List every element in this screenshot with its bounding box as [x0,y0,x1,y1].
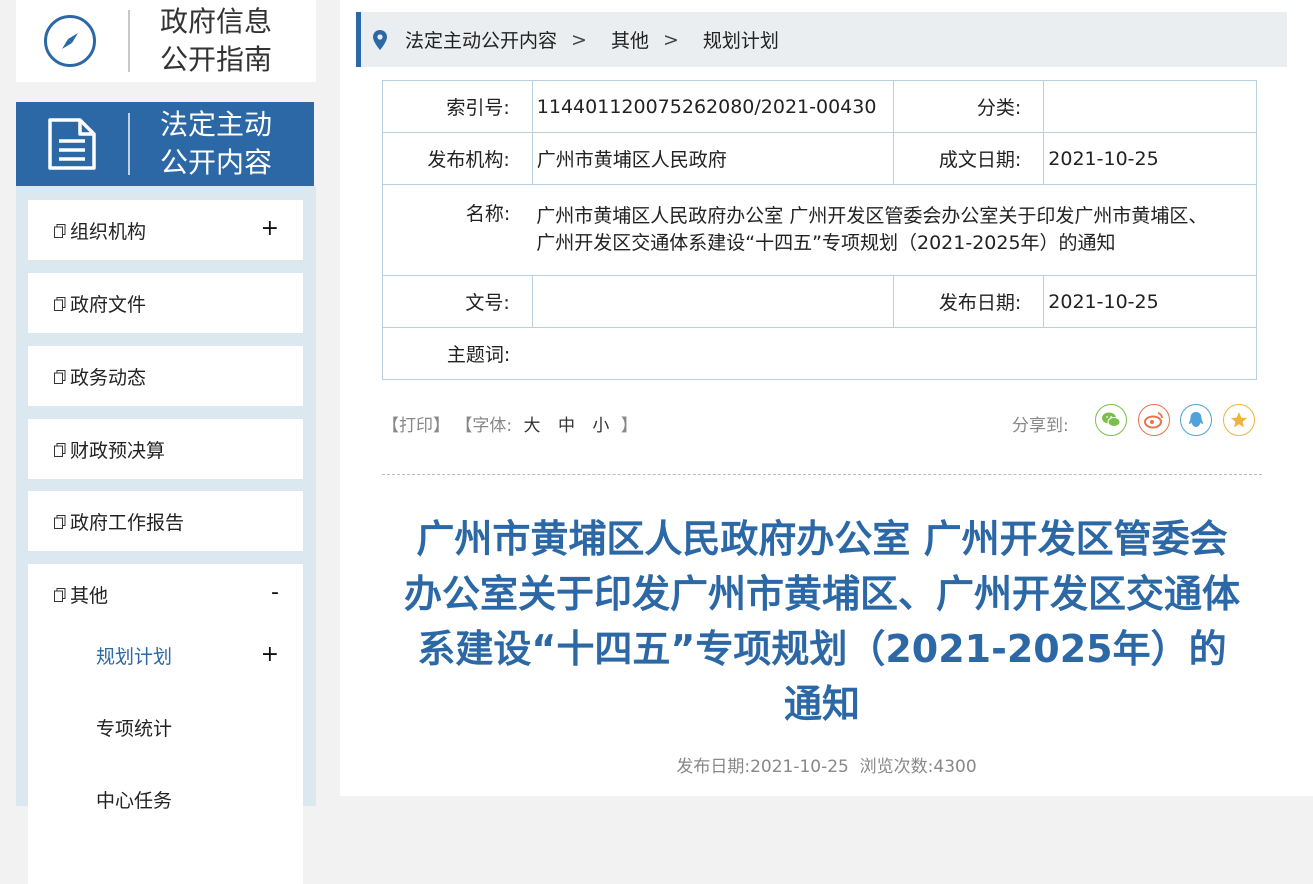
table-row: 发布机构: 广州市黄埔区人民政府 成文日期: 2021-10-25 [382,132,1257,185]
collapse-toggle[interactable]: - [271,580,279,605]
share-wechat-button[interactable] [1095,404,1127,436]
qq-icon [1189,412,1203,427]
compass-icon [44,15,96,67]
views-value: 4300 [933,757,977,777]
doc-number-label: 文号: [382,275,533,328]
pages-icon [54,587,66,602]
sidebar-item-org[interactable]: 组织机构 + [28,200,303,260]
sidebar-subitem-central-tasks[interactable]: 中心任务 [96,786,172,813]
index-value: 11440112007526208​0/2021-00430 [531,80,895,133]
breadcrumb-item[interactable]: 法定主动公开内容 [405,26,557,53]
written-date-label: 成文日期: [893,132,1045,185]
sidebar-item-label: 组织机构 [70,220,147,243]
category-value [1043,80,1257,133]
font-large-button[interactable]: 大 [524,416,541,436]
share-weibo-button[interactable] [1138,404,1170,436]
pages-icon [54,296,66,311]
article-title-line4: 通知 [783,682,860,726]
name-value-line1: 广州市黄埔区人民政府办公室 广州开发区管委会办公室关于印发广州市黄埔区、 [536,205,1208,227]
divider [128,113,130,175]
share-label: 分享到: [1012,416,1069,436]
article-title-line1: 广州市黄埔区人民政府办公室 广州开发区管委会 [416,517,1228,561]
sidebar-item-label: 政府工作报告 [70,511,185,534]
sidebar-subitem-planning[interactable]: 规划计划 [96,642,172,669]
expand-toggle[interactable]: + [261,642,279,667]
active-category-header[interactable]: 法定主动 公开内容 [16,102,314,186]
sidebar-item-other-head[interactable]: 其他 - [28,564,303,624]
guide-title-line2: 公开指南 [160,43,273,76]
breadcrumb-item[interactable]: 规划计划 [703,26,779,53]
print-button[interactable]: 【打印】 [382,416,450,436]
pages-icon [54,223,66,238]
location-pin-icon [373,29,387,50]
publisher-value: 广州市黄埔区人民政府 [531,132,895,185]
publisher-label: 发布机构: [382,132,533,185]
article-pub-info: 发布日期:2021-10-25 浏览次数:4300 [340,752,1313,777]
sidebar-item-label: 其他 [70,584,109,607]
document-icon [48,118,96,170]
metadata-table: 索引号: 11440112007526208​0/2021-00430 分类: … [382,80,1258,380]
table-row: 文号: 发布日期: 2021-10-25 [382,275,1257,328]
keywords-value [532,327,1258,380]
sidebar-subitem-statistics[interactable]: 专项统计 [96,714,172,741]
sidebar-item-label: 财政预决算 [70,439,166,462]
font-size-label: 【字体: [455,416,513,436]
pages-icon [54,514,66,529]
expand-toggle[interactable]: + [261,218,279,240]
guide-title-line1: 政府信息 [160,5,273,38]
name-value: 广州市黄埔区人民政府办公室 广州开发区管委会办公室关于印发广州市黄埔区、 广州开… [532,184,1258,276]
written-date-value: 2021-10-25 [1043,132,1257,185]
divider [128,10,130,72]
category-label: 分类: [893,80,1045,133]
name-value-line2: 广州开发区交通体系建设“十四五”专项规划（2021-2025年）的通知 [536,232,1116,254]
sidebar-item-gov-docs[interactable]: 政府文件 [28,273,303,333]
active-category-line1: 法定主动 [160,108,273,141]
publish-date-label: 发布日期: [893,275,1045,328]
font-size-bracket: 】 [620,416,638,436]
sidebar-item-budget[interactable]: 财政预决算 [28,419,303,479]
pub-date-value: 2021-10-25 [750,757,849,777]
breadcrumb-item[interactable]: 其他 [611,26,649,53]
index-label: 索引号: [382,80,533,133]
weibo-icon [1144,412,1163,429]
divider-dashed [382,474,1262,475]
pub-date-label: 发布日期: [676,757,751,777]
doc-number-value [531,275,895,328]
info-guide-link[interactable]: 政府信息 公开指南 [16,0,316,82]
sidebar-item-label: 政务动态 [70,366,147,389]
share-qq-button[interactable] [1180,404,1212,436]
active-category-line2: 公开内容 [160,146,273,179]
font-medium-button[interactable]: 中 [558,416,575,436]
pages-icon [54,442,66,457]
article-title-line3: 系建设“十四五”专项规划（2021-2025年）的 [417,627,1227,671]
table-row: 索引号: 11440112007526208​0/2021-00430 分类: [382,80,1257,133]
font-small-button[interactable]: 小 [592,416,609,436]
sidebar-item-other: 其他 - 规划计划 + 专项统计 中心任务 [28,564,303,884]
qzone-icon [1231,412,1247,428]
keywords-label: 主题词: [382,327,533,380]
publish-date-value: 2021-10-25 [1043,275,1257,328]
sidebar-nav: 组织机构 + 政府文件 政务动态 财政预决算 政府工作报告 其他 - 规划计划 … [16,186,316,884]
active-category-title: 法定主动 公开内容 [160,106,272,182]
breadcrumb-separator: > [662,28,679,51]
article-toolbar: 【打印】 【字体: 大 中 小 】 分享到: [382,404,1257,440]
name-label: 名称: [382,184,533,276]
breadcrumb: 法定主动公开内容 > 其他 > 规划计划 [356,12,1287,67]
sidebar-item-label: 政府文件 [70,293,147,316]
main-content: 法定主动公开内容 > 其他 > 规划计划 索引号: 11440112007526… [340,0,1313,796]
article-title-line2: 办公室关于印发广州市黄埔区、广州开发区交通体 [403,572,1240,616]
views-label: 浏览次数: [859,757,934,777]
table-row: 主题词: [382,327,1258,380]
breadcrumb-separator: > [571,28,587,51]
guide-title: 政府信息 公开指南 [160,3,272,79]
wechat-icon [1102,412,1121,427]
sidebar-item-affairs[interactable]: 政务动态 [28,346,303,406]
share-qzone-button[interactable] [1223,404,1255,436]
pages-icon [54,369,66,384]
table-row: 名称: 广州市黄埔区人民政府办公室 广州开发区管委会办公室关于印发广州市黄埔区、… [382,184,1258,276]
sidebar-item-work-report[interactable]: 政府工作报告 [28,491,303,551]
article-title: 广州市黄埔区人民政府办公室 广州开发区管委会 办公室关于印发广州市黄埔区、广州开… [370,512,1274,732]
